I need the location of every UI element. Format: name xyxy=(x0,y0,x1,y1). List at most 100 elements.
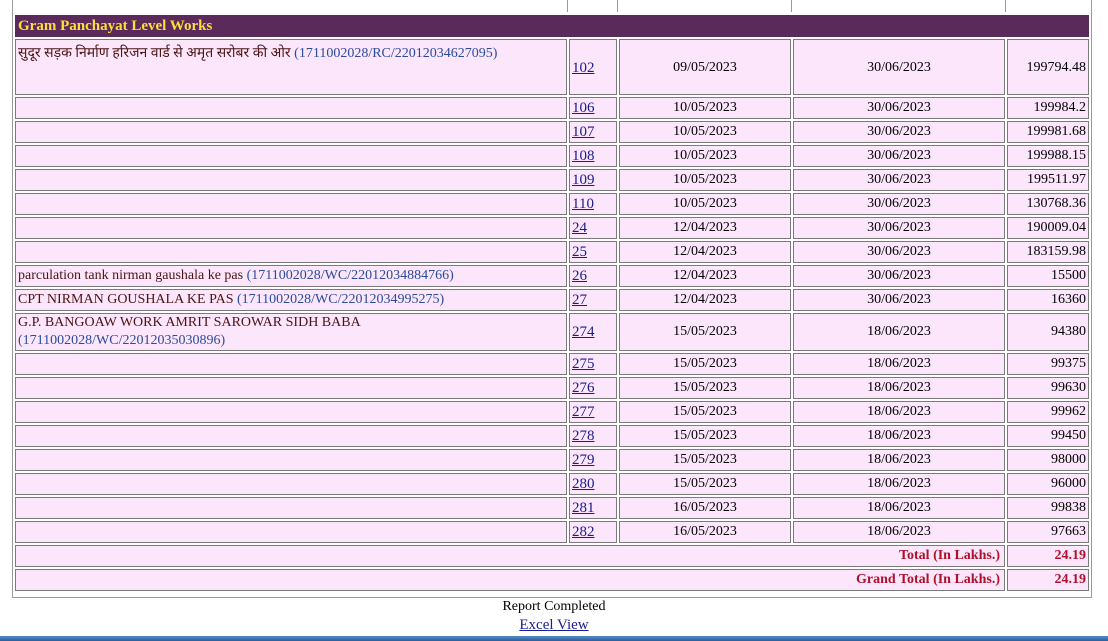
table-row: 281 16/05/2023 18/06/2023 99838 xyxy=(15,497,1089,521)
work-name-cell: parculation tank nirman gaushala ke pas … xyxy=(15,265,567,287)
work-id-link[interactable]: 277 xyxy=(572,404,595,420)
work-id-cell: 109 xyxy=(569,169,617,191)
work-id-link[interactable]: 279 xyxy=(572,452,595,468)
work-id-link[interactable]: 110 xyxy=(572,196,594,212)
work-id-cell: 281 xyxy=(569,497,617,519)
work-id-link[interactable]: 25 xyxy=(572,244,587,260)
table-row: parculation tank nirman gaushala ke pas … xyxy=(15,265,1089,289)
amount: 96000 xyxy=(1007,473,1089,495)
work-id-link[interactable]: 282 xyxy=(572,524,595,540)
work-name-cell xyxy=(15,193,567,215)
start-date: 15/05/2023 xyxy=(619,425,791,447)
work-id-cell: 102 xyxy=(569,39,617,95)
work-name-cell xyxy=(15,97,567,119)
amount: 199988.15 xyxy=(1007,145,1089,167)
start-date: 10/05/2023 xyxy=(619,145,791,167)
work-name-cell xyxy=(15,217,567,239)
work-id-link[interactable]: 278 xyxy=(572,428,595,444)
end-date: 18/06/2023 xyxy=(793,521,1005,543)
end-date: 18/06/2023 xyxy=(793,425,1005,447)
start-date: 16/05/2023 xyxy=(619,521,791,543)
start-date: 16/05/2023 xyxy=(619,497,791,519)
excel-view-link[interactable]: Excel View xyxy=(0,617,1108,634)
work-name-cell xyxy=(15,241,567,263)
amount: 94380 xyxy=(1007,313,1089,351)
report-status: Report Completed xyxy=(502,599,606,614)
end-date: 18/06/2023 xyxy=(793,449,1005,471)
work-code: (1711002028/WC/22012034884766) xyxy=(246,268,454,283)
work-id-cell: 276 xyxy=(569,377,617,399)
amount: 16360 xyxy=(1007,289,1089,311)
work-name-cell: CPT NIRMAN GOUSHALA KE PAS (1711002028/W… xyxy=(15,289,567,311)
grand-total-row-label: Grand Total (In Lakhs.) xyxy=(15,569,1005,591)
work-id-link[interactable]: 26 xyxy=(572,268,587,284)
amount: 97663 xyxy=(1007,521,1089,543)
table-row: 277 15/05/2023 18/06/2023 99962 xyxy=(15,401,1089,425)
amount: 183159.98 xyxy=(1007,241,1089,263)
section-header: Gram Panchayat Level Works xyxy=(15,15,1089,37)
table-row: G.P. BANGOAW WORK AMRIT SAROWAR SIDH BAB… xyxy=(15,313,1089,353)
work-name-cell xyxy=(15,449,567,471)
start-date: 15/05/2023 xyxy=(619,401,791,423)
work-name-cell xyxy=(15,521,567,543)
grand-total-row: Grand Total (In Lakhs.) 24.19 xyxy=(15,569,1089,593)
start-date: 15/05/2023 xyxy=(619,313,791,351)
work-id-cell: 24 xyxy=(569,217,617,239)
end-date: 30/06/2023 xyxy=(793,265,1005,287)
work-id-link[interactable]: 102 xyxy=(572,60,595,76)
work-name-cell xyxy=(15,497,567,519)
work-name: G.P. BANGOAW WORK AMRIT SAROWAR SIDH BAB… xyxy=(18,314,566,350)
work-id-link[interactable]: 280 xyxy=(572,476,595,492)
work-code: (1711002028/WC/22012035030896) xyxy=(18,333,226,348)
windows-taskbar xyxy=(0,636,1108,641)
start-date: 10/05/2023 xyxy=(619,121,791,143)
work-id-link[interactable]: 107 xyxy=(572,124,595,140)
grand-total-row-value: 24.19 xyxy=(1007,569,1089,591)
work-name-cell xyxy=(15,353,567,375)
work-name-cell xyxy=(15,121,567,143)
work-name-cell xyxy=(15,377,567,399)
end-date: 18/06/2023 xyxy=(793,497,1005,519)
table-row: CPT NIRMAN GOUSHALA KE PAS (1711002028/W… xyxy=(15,289,1089,313)
table-row: 278 15/05/2023 18/06/2023 99450 xyxy=(15,425,1089,449)
end-date: 30/06/2023 xyxy=(793,39,1005,95)
total-row: Total (In Lakhs.) 24.19 xyxy=(15,545,1089,569)
table-row: 282 16/05/2023 18/06/2023 97663 xyxy=(15,521,1089,545)
work-id-link[interactable]: 24 xyxy=(572,220,587,236)
start-date: 12/04/2023 xyxy=(619,289,791,311)
work-id-cell: 27 xyxy=(569,289,617,311)
work-code: (1711002028/RC/22012034627095) xyxy=(294,46,498,61)
table-row: 280 15/05/2023 18/06/2023 96000 xyxy=(15,473,1089,497)
end-date: 18/06/2023 xyxy=(793,401,1005,423)
table-row: 25 12/04/2023 30/06/2023 183159.98 xyxy=(15,241,1089,265)
end-date: 30/06/2023 xyxy=(793,97,1005,119)
end-date: 30/06/2023 xyxy=(793,241,1005,263)
work-id-link[interactable]: 275 xyxy=(572,356,595,372)
work-name-cell: G.P. BANGOAW WORK AMRIT SAROWAR SIDH BAB… xyxy=(15,313,567,351)
start-date: 10/05/2023 xyxy=(619,169,791,191)
work-id-cell: 280 xyxy=(569,473,617,495)
amount: 15500 xyxy=(1007,265,1089,287)
work-id-cell: 25 xyxy=(569,241,617,263)
work-id-link[interactable]: 27 xyxy=(572,292,587,308)
work-name-cell xyxy=(15,473,567,495)
start-date: 12/04/2023 xyxy=(619,241,791,263)
amount: 99630 xyxy=(1007,377,1089,399)
table-row: 279 15/05/2023 18/06/2023 98000 xyxy=(15,449,1089,473)
work-id-link[interactable]: 108 xyxy=(572,148,595,164)
table-top-strip xyxy=(13,0,1091,14)
end-date: 18/06/2023 xyxy=(793,313,1005,351)
report-frame: Gram Panchayat Level Works सुदूर सड़क नि… xyxy=(12,0,1092,598)
end-date: 18/06/2023 xyxy=(793,473,1005,495)
work-id-link[interactable]: 281 xyxy=(572,500,595,516)
work-id-link[interactable]: 276 xyxy=(572,380,595,396)
work-id-link[interactable]: 274 xyxy=(572,324,595,340)
work-id-link[interactable]: 106 xyxy=(572,100,595,116)
start-date: 12/04/2023 xyxy=(619,265,791,287)
table-row: 275 15/05/2023 18/06/2023 99375 xyxy=(15,353,1089,377)
work-id-link[interactable]: 109 xyxy=(572,172,595,188)
work-name: parculation tank nirman gaushala ke pas … xyxy=(18,266,566,286)
work-id-cell: 26 xyxy=(569,265,617,287)
work-name-cell xyxy=(15,401,567,423)
work-name: सुदूर सड़क निर्माण हरिजन वार्ड से अमृत स… xyxy=(18,40,566,64)
